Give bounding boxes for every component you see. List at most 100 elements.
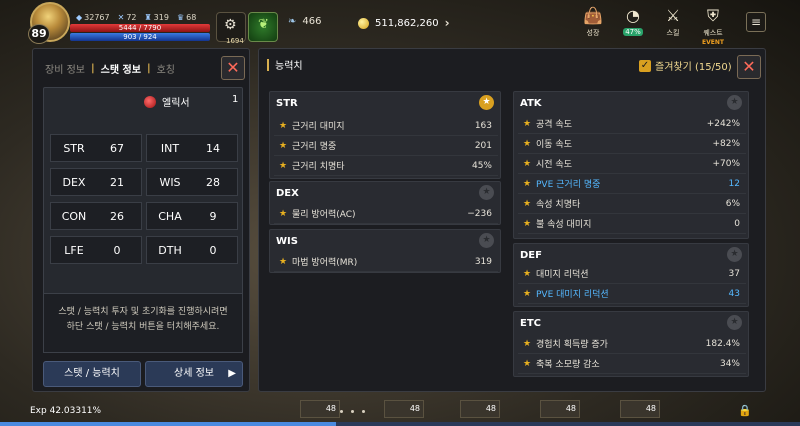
skill-label: 스킬 (666, 29, 680, 37)
section-title: ETC (520, 318, 541, 329)
star-icon[interactable]: ★ (479, 95, 494, 110)
gold-currency[interactable]: 511,862,260 › (358, 16, 450, 30)
elixir-icon (144, 95, 156, 108)
wing-icon: ❧ (288, 16, 297, 27)
star-icon[interactable]: ★ (518, 139, 536, 149)
stat-value: 21 (110, 175, 124, 189)
quest-icon: ⛨ (706, 6, 719, 25)
chevron-right-icon[interactable]: › (445, 16, 450, 30)
star-icon[interactable]: ★ (727, 247, 742, 262)
stat-str: STR 67 (50, 134, 142, 162)
page-dot[interactable] (351, 410, 354, 413)
star-icon[interactable]: ★ (518, 339, 536, 349)
quick-slot[interactable]: 48 (620, 400, 660, 418)
wings-currency: ❧ 466 (288, 16, 321, 27)
stat-row: ★ 물리 방어력(AC) −236 (274, 204, 498, 224)
favorites-label: 즐겨찾기 (15/50) (655, 62, 732, 73)
quick-slot[interactable]: 48 (460, 400, 500, 418)
ability-panel: 능력치 ✓ 즐겨찾기 (15/50) ✕ STR ★ ★ 근거리 대미지 163 ★… (258, 48, 766, 392)
skill-button[interactable]: ⚔ 스킬 (658, 4, 688, 42)
stat-int: INT 14 (146, 134, 238, 162)
section-str: STR ★ ★ 근거리 대미지 163 ★ 근거리 명중 201 ★ 근거리 치명타 45% (269, 91, 501, 179)
quest-button[interactable]: ⛨ 퀘스트 EVENT (698, 4, 728, 46)
stat-row: ★ 시전 속도 +70% (518, 154, 746, 174)
checkbox-icon[interactable]: ✓ (639, 59, 651, 72)
gear-icon: ⚙ (224, 17, 237, 33)
star-icon[interactable]: ★ (274, 257, 292, 267)
stat-row: ★ 근거리 치명타 45% (274, 156, 498, 176)
star-icon[interactable]: ★ (727, 315, 742, 330)
exp-bar-fill (0, 422, 336, 426)
stat-cha: CHA 9 (146, 202, 238, 230)
growth-button[interactable]: 👜 성장 (578, 4, 608, 42)
star-icon[interactable]: ★ (518, 179, 536, 189)
detail-info-button[interactable]: 상세 정보 ▶ (145, 361, 243, 387)
star-icon[interactable]: ★ (479, 233, 494, 248)
star-icon[interactable]: ★ (518, 269, 536, 279)
page-dot[interactable] (340, 410, 343, 413)
star-icon[interactable]: ★ (518, 199, 536, 209)
star-icon[interactable]: ★ (518, 119, 536, 129)
skill-icon: ⚔ (665, 6, 681, 25)
exp-label: Exp 42.03311% (30, 406, 102, 416)
stat-ability-button[interactable]: 스탯 / 능력치 (43, 361, 141, 387)
page-dot[interactable] (362, 410, 365, 413)
star-icon[interactable]: ★ (274, 161, 292, 171)
star-icon[interactable]: ★ (274, 141, 292, 151)
stat-a-value: 72 (126, 13, 137, 22)
section-dex: DEX ★ ★ 물리 방어력(AC) −236 (269, 181, 501, 225)
section-def: DEF ★ ★ 대미지 리덕션 37 ★ PVE 대미지 리덕션 43 (513, 243, 749, 307)
progress-button[interactable]: ◔ 47% (618, 4, 648, 42)
panel-title-text: 능력치 (275, 61, 303, 72)
stat-key: CON (61, 209, 87, 223)
close-button[interactable]: ✕ (221, 56, 245, 80)
row-name: 근거리 치명타 (292, 162, 345, 172)
hamburger-menu-button[interactable]: ≡ (746, 12, 766, 32)
star-icon[interactable]: ★ (518, 219, 536, 229)
lock-icon[interactable]: 🔒 (738, 404, 752, 417)
progress-icon: ◔ (626, 6, 640, 25)
favorites-toggle[interactable]: ✓ 즐겨찾기 (15/50) (639, 58, 732, 73)
stat-value: 28 (206, 175, 220, 189)
stat-value: 0 (113, 243, 121, 257)
row-name: PVE 대미지 리덕션 (536, 290, 609, 300)
elixir-count: 1 (232, 94, 239, 105)
section-atk: ATK ★ ★ 공격 속도 +242% ★ 이동 속도 +82% ★ 시전 속도 +70% … (513, 91, 749, 239)
row-name: 불 속성 대미지 (536, 220, 592, 230)
stat-con: CON 26 (50, 202, 142, 230)
level-badge: 89 (28, 24, 50, 44)
quick-slot[interactable]: 48 (384, 400, 424, 418)
row-value: 319 (474, 256, 492, 267)
stat-key: DTH (158, 243, 182, 257)
tab-stat[interactable]: 스탯 정보 (95, 61, 147, 76)
play-icon: ▶ (228, 368, 236, 379)
row-value: 0 (734, 218, 740, 229)
power-icon: ◆ (76, 13, 83, 22)
stat-c-value: 68 (186, 13, 197, 22)
row-value: 43 (728, 288, 740, 299)
row-name: 근거리 명중 (292, 142, 337, 152)
star-icon[interactable]: ★ (274, 121, 292, 131)
tab-equipment[interactable]: 장비 정보 (39, 61, 91, 76)
stat-row: ★ 근거리 대미지 163 (274, 116, 498, 136)
bottom-hud: 48 48 48 48 48 Exp 42.03311% 🔒 (0, 400, 800, 426)
star-icon[interactable]: ★ (518, 359, 536, 369)
star-icon[interactable]: ★ (518, 159, 536, 169)
quick-slot[interactable]: 48 (540, 400, 580, 418)
tab-title[interactable]: 호칭 (151, 61, 181, 76)
row-value: 34% (719, 358, 740, 369)
close-button[interactable]: ✕ (737, 55, 761, 79)
auto-potion-button[interactable]: ❦ (248, 12, 278, 42)
menu-icon: ≡ (750, 15, 762, 29)
section-wis: WIS ★ ★ 마법 방어력(MR) 319 (269, 229, 501, 273)
row-name: 이동 속도 (536, 140, 572, 150)
star-icon[interactable]: ★ (518, 289, 536, 299)
star-icon[interactable]: ★ (479, 185, 494, 200)
star-icon[interactable]: ★ (274, 209, 292, 219)
stat-key: INT (160, 141, 180, 155)
quick-slot[interactable]: 48 (300, 400, 340, 418)
stat-row: ★ 속성 치명타 6% (518, 194, 746, 214)
exp-bar (0, 422, 800, 426)
stat-c: ♛ 68 (177, 13, 196, 22)
star-icon[interactable]: ★ (727, 95, 742, 110)
